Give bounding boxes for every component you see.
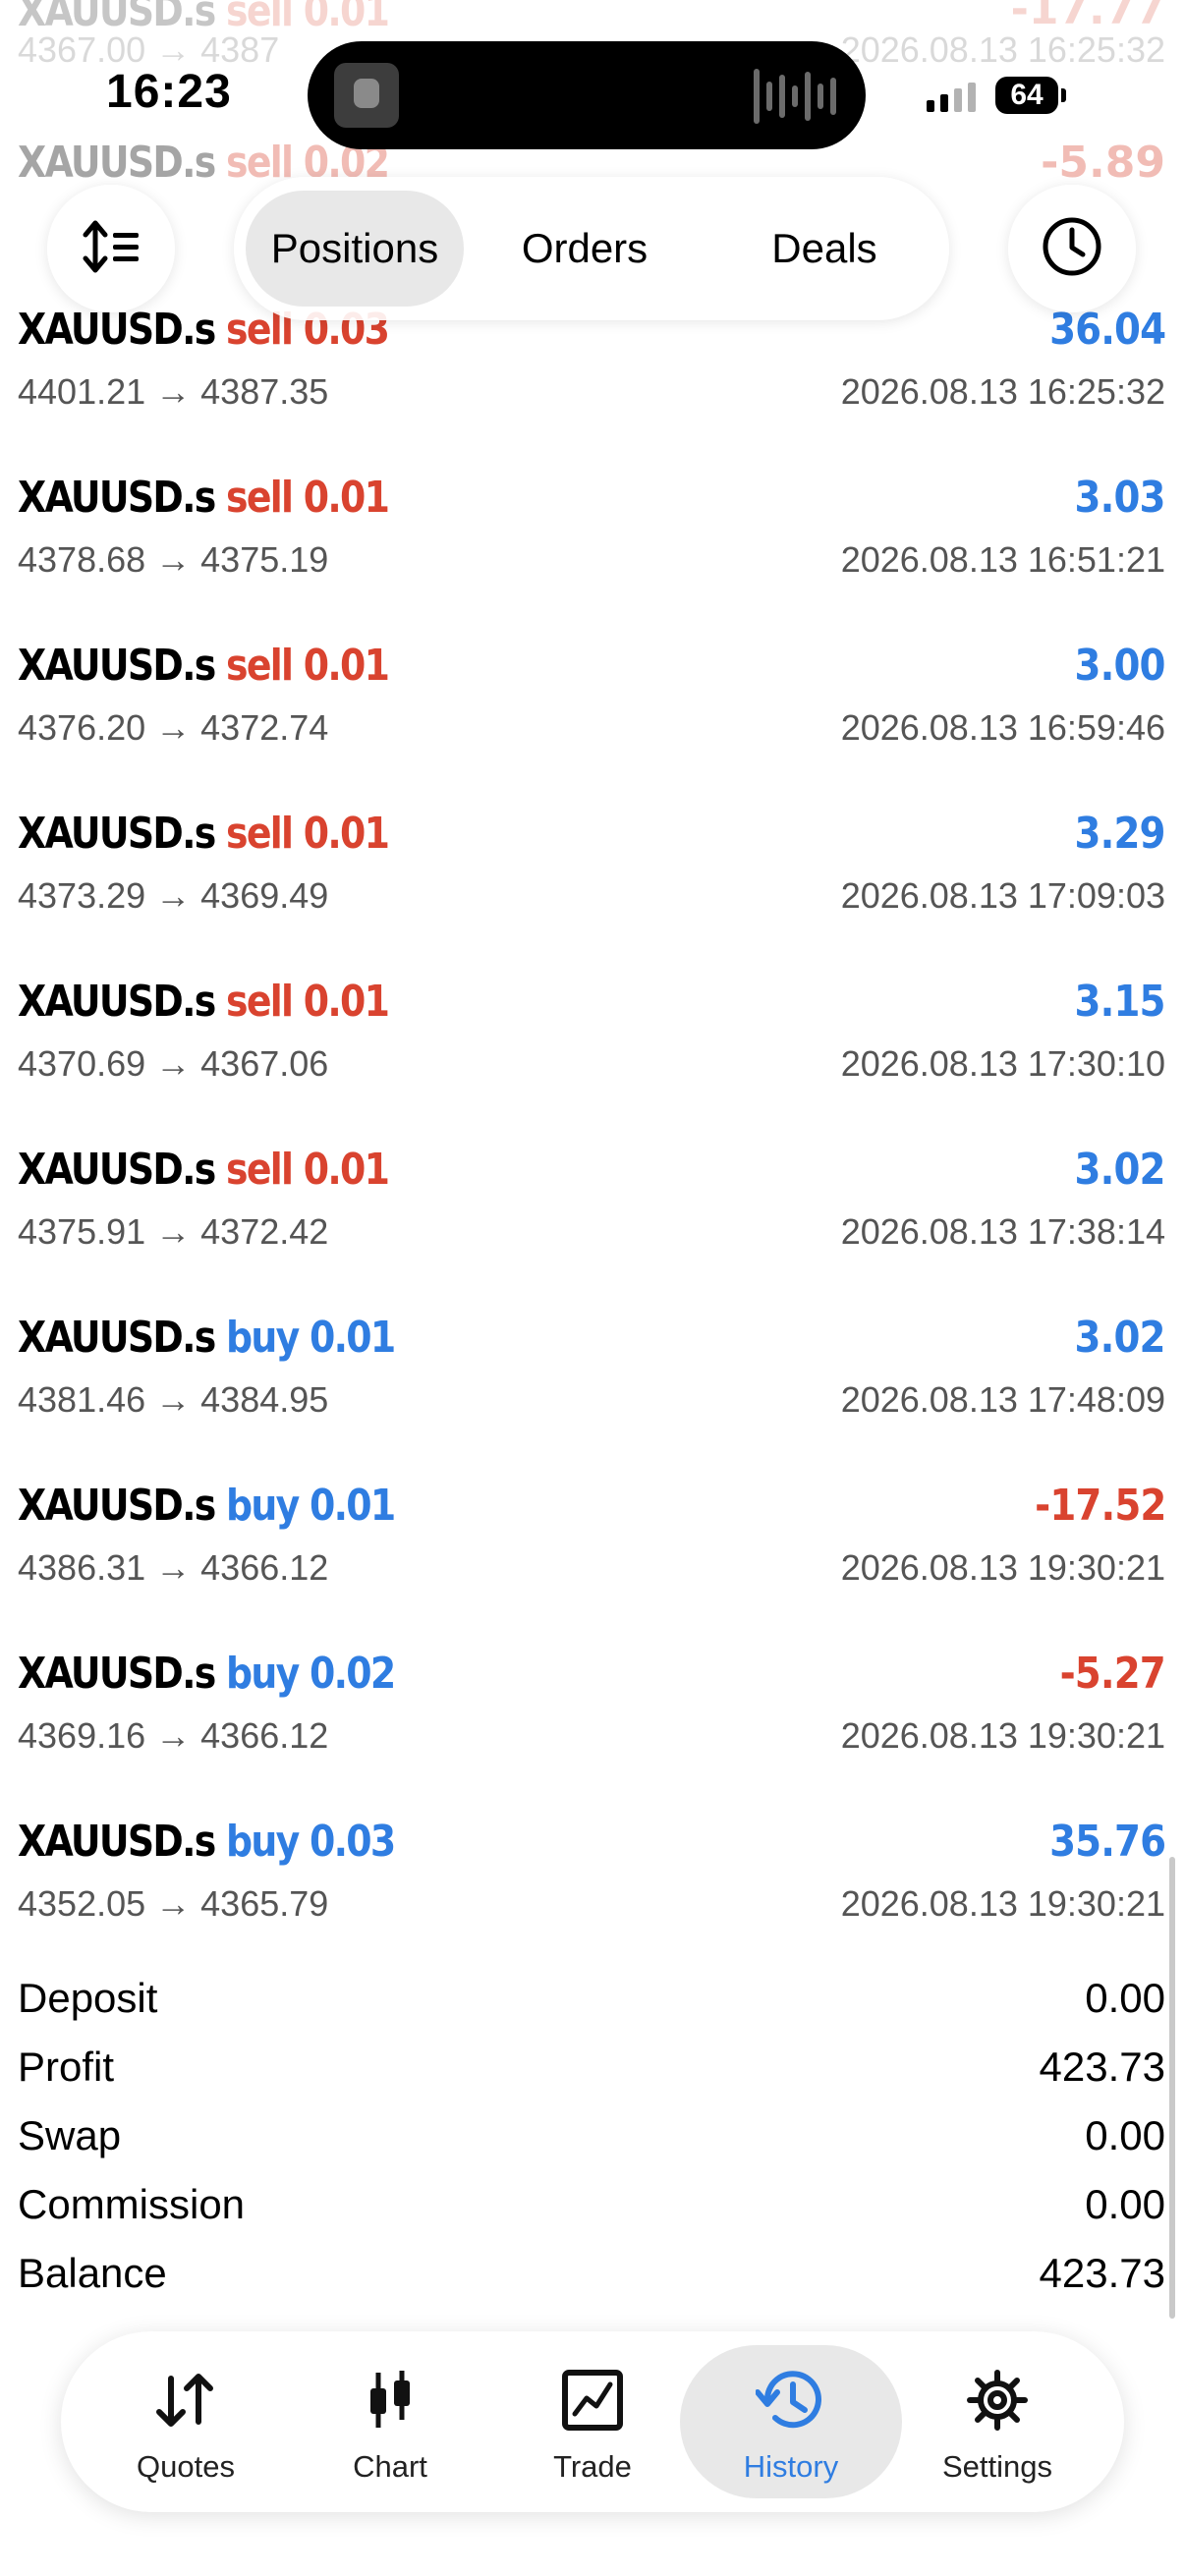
deal-profit: 3.15 bbox=[1074, 977, 1166, 1027]
deal-title: XAUUSD.s sell 0.01 bbox=[18, 1145, 390, 1195]
deal-row[interactable]: XAUUSD.s buy 0.03 35.76 4352.05 → 4365.7… bbox=[0, 1817, 1185, 1985]
audio-wave-icon bbox=[754, 69, 836, 124]
clock-icon bbox=[1041, 215, 1103, 283]
deal-row[interactable]: XAUUSD.s sell 0.01 3.02 4375.91 → 4372.4… bbox=[0, 1145, 1185, 1313]
deal-date: 2026.08.13 17:30:10 bbox=[840, 1043, 1165, 1084]
deal-profit: 3.02 bbox=[1074, 1313, 1166, 1363]
deal-date: 2026.08.13 17:48:09 bbox=[840, 1379, 1165, 1420]
deal-title: XAUUSD.s buy 0.02 bbox=[18, 1649, 396, 1699]
deal-title: XAUUSD.s buy 0.03 bbox=[18, 1817, 396, 1867]
deal-profit: -17.52 bbox=[1034, 1481, 1166, 1531]
summary-balance: Balance 423.73 bbox=[18, 2250, 1165, 2296]
deal-profit: 3.00 bbox=[1074, 641, 1166, 691]
deal-profit: 35.76 bbox=[1048, 1817, 1166, 1867]
sort-icon bbox=[82, 219, 141, 279]
deal-row[interactable]: XAUUSD.s sell 0.01 3.00 4376.20 → 4372.7… bbox=[0, 641, 1185, 809]
deal-prices: 4373.29 → 4369.49 bbox=[18, 875, 329, 916]
tab-orders[interactable]: Orders bbox=[476, 191, 694, 307]
deal-prices: 4386.31 → 4366.12 bbox=[18, 1547, 329, 1588]
deal-prices: 4352.05 → 4365.79 bbox=[18, 1883, 329, 1924]
deal-date: 2026.08.13 19:30:21 bbox=[840, 1547, 1165, 1588]
deal-prices: 4378.68 → 4375.19 bbox=[18, 539, 329, 580]
history-tabs: Positions Orders Deals bbox=[234, 177, 949, 320]
status-time: 16:23 bbox=[106, 66, 232, 118]
summary-swap: Swap 0.00 bbox=[18, 2112, 1165, 2158]
deal-title: XAUUSD.s buy 0.01 bbox=[18, 1313, 396, 1363]
deal-title: XAUUSD.s sell 0.01 bbox=[18, 641, 390, 691]
settings-icon bbox=[886, 2365, 1108, 2436]
deal-row[interactable]: XAUUSD.s sell 0.01 3.03 4378.68 → 4375.1… bbox=[0, 473, 1185, 641]
tab-positions[interactable]: Positions bbox=[246, 191, 464, 307]
now-playing-thumbnail bbox=[334, 63, 399, 128]
quotes-icon bbox=[75, 2365, 297, 2436]
deal-row[interactable]: XAUUSD.s buy 0.01 3.02 4381.46 → 4384.95… bbox=[0, 1313, 1185, 1481]
deal-prices: 4369.16 → 4366.12 bbox=[18, 1715, 329, 1756]
summary-profit: Profit 423.73 bbox=[18, 2044, 1165, 2090]
deal-profit: -5.27 bbox=[1059, 1649, 1166, 1699]
period-button[interactable] bbox=[1008, 185, 1136, 312]
deal-profit: 3.29 bbox=[1074, 809, 1166, 859]
nav-settings[interactable]: Settings bbox=[886, 2345, 1108, 2498]
deal-row[interactable]: XAUUSD.s sell 0.03 36.04 4401.21 → 4387.… bbox=[0, 305, 1185, 473]
deal-date: 2026.08.13 16:51:21 bbox=[840, 539, 1165, 580]
deal-date: 2026.08.13 19:30:21 bbox=[840, 1715, 1165, 1756]
deal-date: 2026.08.13 16:59:46 bbox=[840, 707, 1165, 748]
chart-icon bbox=[279, 2365, 501, 2436]
summary-commission: Commission 0.00 bbox=[18, 2181, 1165, 2227]
nav-quotes[interactable]: Quotes bbox=[75, 2345, 297, 2498]
deal-prices: 4376.20 → 4372.74 bbox=[18, 707, 329, 748]
deal-date: 2026.08.13 17:38:14 bbox=[840, 1211, 1165, 1252]
status-bar: 16:23 64 bbox=[0, 0, 1185, 177]
bottom-tab-bar: Quotes Chart Trade History Settings bbox=[61, 2331, 1124, 2512]
deal-title: XAUUSD.s sell 0.01 bbox=[18, 977, 390, 1027]
deal-prices: 4375.91 → 4372.42 bbox=[18, 1211, 329, 1252]
dynamic-island[interactable] bbox=[308, 41, 866, 149]
deal-row[interactable]: XAUUSD.s sell 0.01 3.29 4373.29 → 4369.4… bbox=[0, 809, 1185, 977]
deal-profit: 3.02 bbox=[1074, 1145, 1166, 1195]
nav-trade[interactable]: Trade bbox=[481, 2345, 704, 2498]
tab-deals[interactable]: Deals bbox=[715, 191, 933, 307]
deal-row[interactable]: XAUUSD.s buy 0.02 -5.27 4369.16 → 4366.1… bbox=[0, 1649, 1185, 1817]
deal-date: 2026.08.13 17:09:03 bbox=[840, 875, 1165, 916]
sort-button[interactable] bbox=[47, 185, 175, 312]
nav-chart[interactable]: Chart bbox=[279, 2345, 501, 2498]
trade-icon bbox=[481, 2365, 704, 2436]
scrollbar[interactable] bbox=[1169, 1857, 1175, 2319]
history-icon bbox=[680, 2365, 902, 2436]
deal-profit: 3.03 bbox=[1074, 473, 1166, 523]
summary-deposit: Deposit 0.00 bbox=[18, 1975, 1165, 2021]
deal-title: XAUUSD.s buy 0.01 bbox=[18, 1481, 396, 1531]
deal-prices: 4370.69 → 4367.06 bbox=[18, 1043, 329, 1084]
cellular-signal-icon bbox=[927, 83, 976, 112]
nav-history[interactable]: History bbox=[680, 2345, 902, 2498]
deal-row[interactable]: XAUUSD.s sell 0.01 3.15 4370.69 → 4367.0… bbox=[0, 977, 1185, 1145]
battery-icon: 64 bbox=[995, 77, 1066, 114]
deal-date: 2026.08.13 16:25:32 bbox=[840, 371, 1165, 412]
deal-row[interactable]: XAUUSD.s buy 0.01 -17.52 4386.31 → 4366.… bbox=[0, 1481, 1185, 1649]
deal-prices: 4381.46 → 4384.95 bbox=[18, 1379, 329, 1420]
deal-title: XAUUSD.s sell 0.01 bbox=[18, 809, 390, 859]
deal-prices: 4401.21 → 4387.35 bbox=[18, 371, 329, 412]
deal-title: XAUUSD.s sell 0.01 bbox=[18, 473, 390, 523]
deal-date: 2026.08.13 19:30:21 bbox=[840, 1883, 1165, 1924]
